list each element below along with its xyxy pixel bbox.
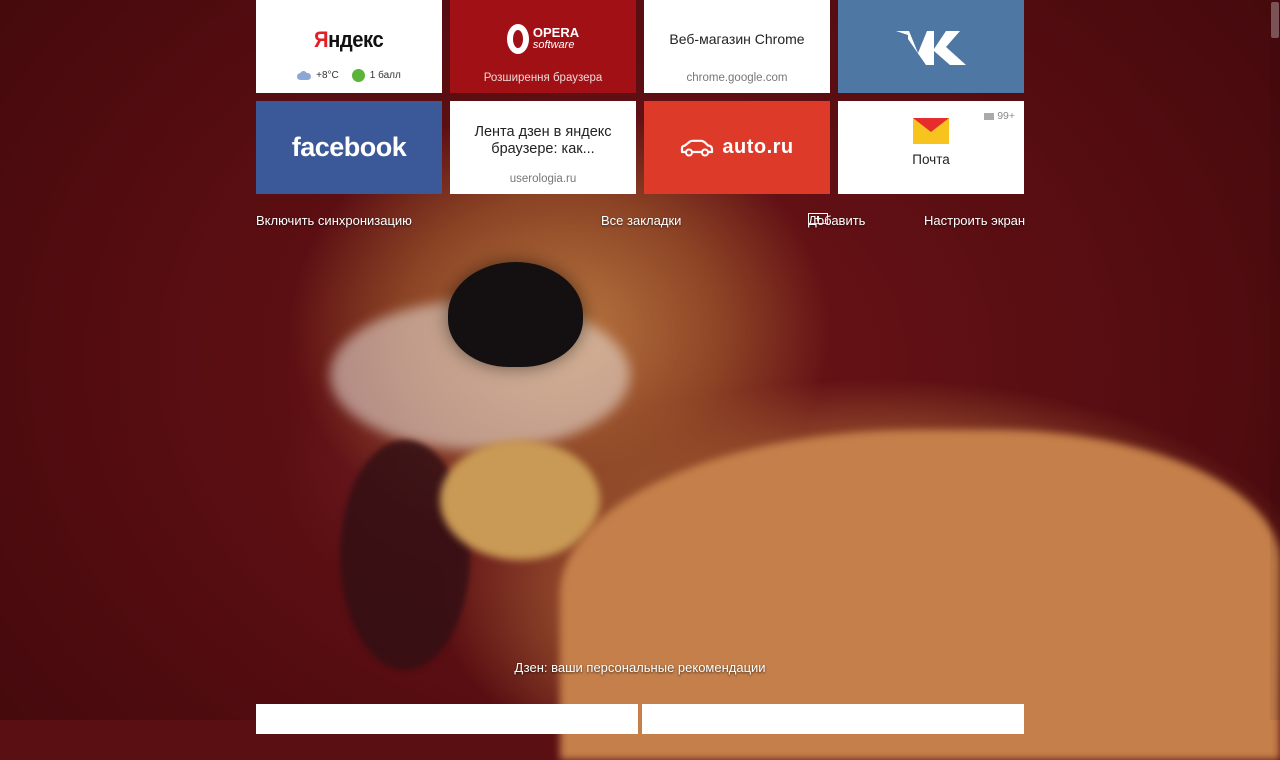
tile-autoru[interactable]: auto.ru <box>644 101 830 194</box>
opera-logo-subtext: software <box>532 38 575 51</box>
tile-subtitle: Розширення браузера <box>483 72 603 84</box>
all-bookmarks-link[interactable]: Все закладки <box>601 213 681 228</box>
weather-value: +8°С <box>316 70 339 81</box>
tile-zen-article[interactable]: Лента дзен в яндекс браузере: как... use… <box>450 101 636 194</box>
zen-feed-heading: Дзен: ваши персональные рекомендации <box>514 660 766 675</box>
tile-facebook[interactable]: facebook <box>256 101 442 194</box>
wallpaper-toy-head <box>440 440 600 560</box>
opera-o-icon <box>506 23 529 54</box>
page-scrollbar[interactable] <box>1270 0 1280 720</box>
tile-title: Лента дзен в яндекс браузере: как... <box>474 123 612 157</box>
enable-sync-link[interactable]: Включить синхронизацию <box>256 213 412 228</box>
mail-unread-badge: 99+ <box>984 110 1015 122</box>
wallpaper-dog-nose <box>448 262 583 367</box>
tile-subtitle: userologia.ru <box>509 173 577 185</box>
yandex-informers: +8°С 1 балл <box>256 69 442 82</box>
cloud-rain-icon <box>297 70 312 81</box>
opera-logo: OPERA software <box>506 23 580 54</box>
zen-card[interactable] <box>256 704 638 734</box>
car-icon <box>681 139 714 156</box>
tile-vk[interactable] <box>838 0 1024 93</box>
mini-envelope-icon <box>984 112 995 120</box>
customize-screen-link[interactable]: Настроить экран <box>924 213 1025 228</box>
speed-dial-actions: Включить синхронизацию Все закладки Доба… <box>256 213 1025 231</box>
mail-envelope-icon <box>913 118 949 144</box>
zen-card[interactable] <box>642 704 1024 734</box>
traffic-value: 1 балл <box>369 70 401 81</box>
tile-yandex[interactable]: Яндекс +8°С 1 балл <box>256 0 442 93</box>
speed-dial-grid: Яндекс +8°С 1 балл OPERA software Розшир… <box>256 0 1024 194</box>
opera-logo-text: OPERA <box>532 24 580 40</box>
facebook-logo: facebook <box>291 132 407 162</box>
tile-title: Почта <box>912 152 950 167</box>
vk-logo-icon <box>896 30 966 65</box>
mail-unread-count: 99+ <box>997 110 1015 122</box>
traffic-dot-icon <box>351 69 365 82</box>
scrollbar-thumb[interactable] <box>1271 2 1279 38</box>
tile-subtitle: chrome.google.com <box>686 72 788 84</box>
tile-opera-addons[interactable]: OPERA software Розширення браузера <box>450 0 636 93</box>
tile-chrome-webstore[interactable]: Веб-магазин Chrome chrome.google.com <box>644 0 830 93</box>
autoru-logo-text: auto.ru <box>722 136 794 158</box>
tile-yandex-mail[interactable]: 99+ Почта <box>838 101 1024 194</box>
yandex-logo: Яндекс <box>314 26 384 52</box>
add-tile-label: Добавить <box>808 213 866 228</box>
tile-title: Веб-магазин Chrome <box>669 30 805 47</box>
